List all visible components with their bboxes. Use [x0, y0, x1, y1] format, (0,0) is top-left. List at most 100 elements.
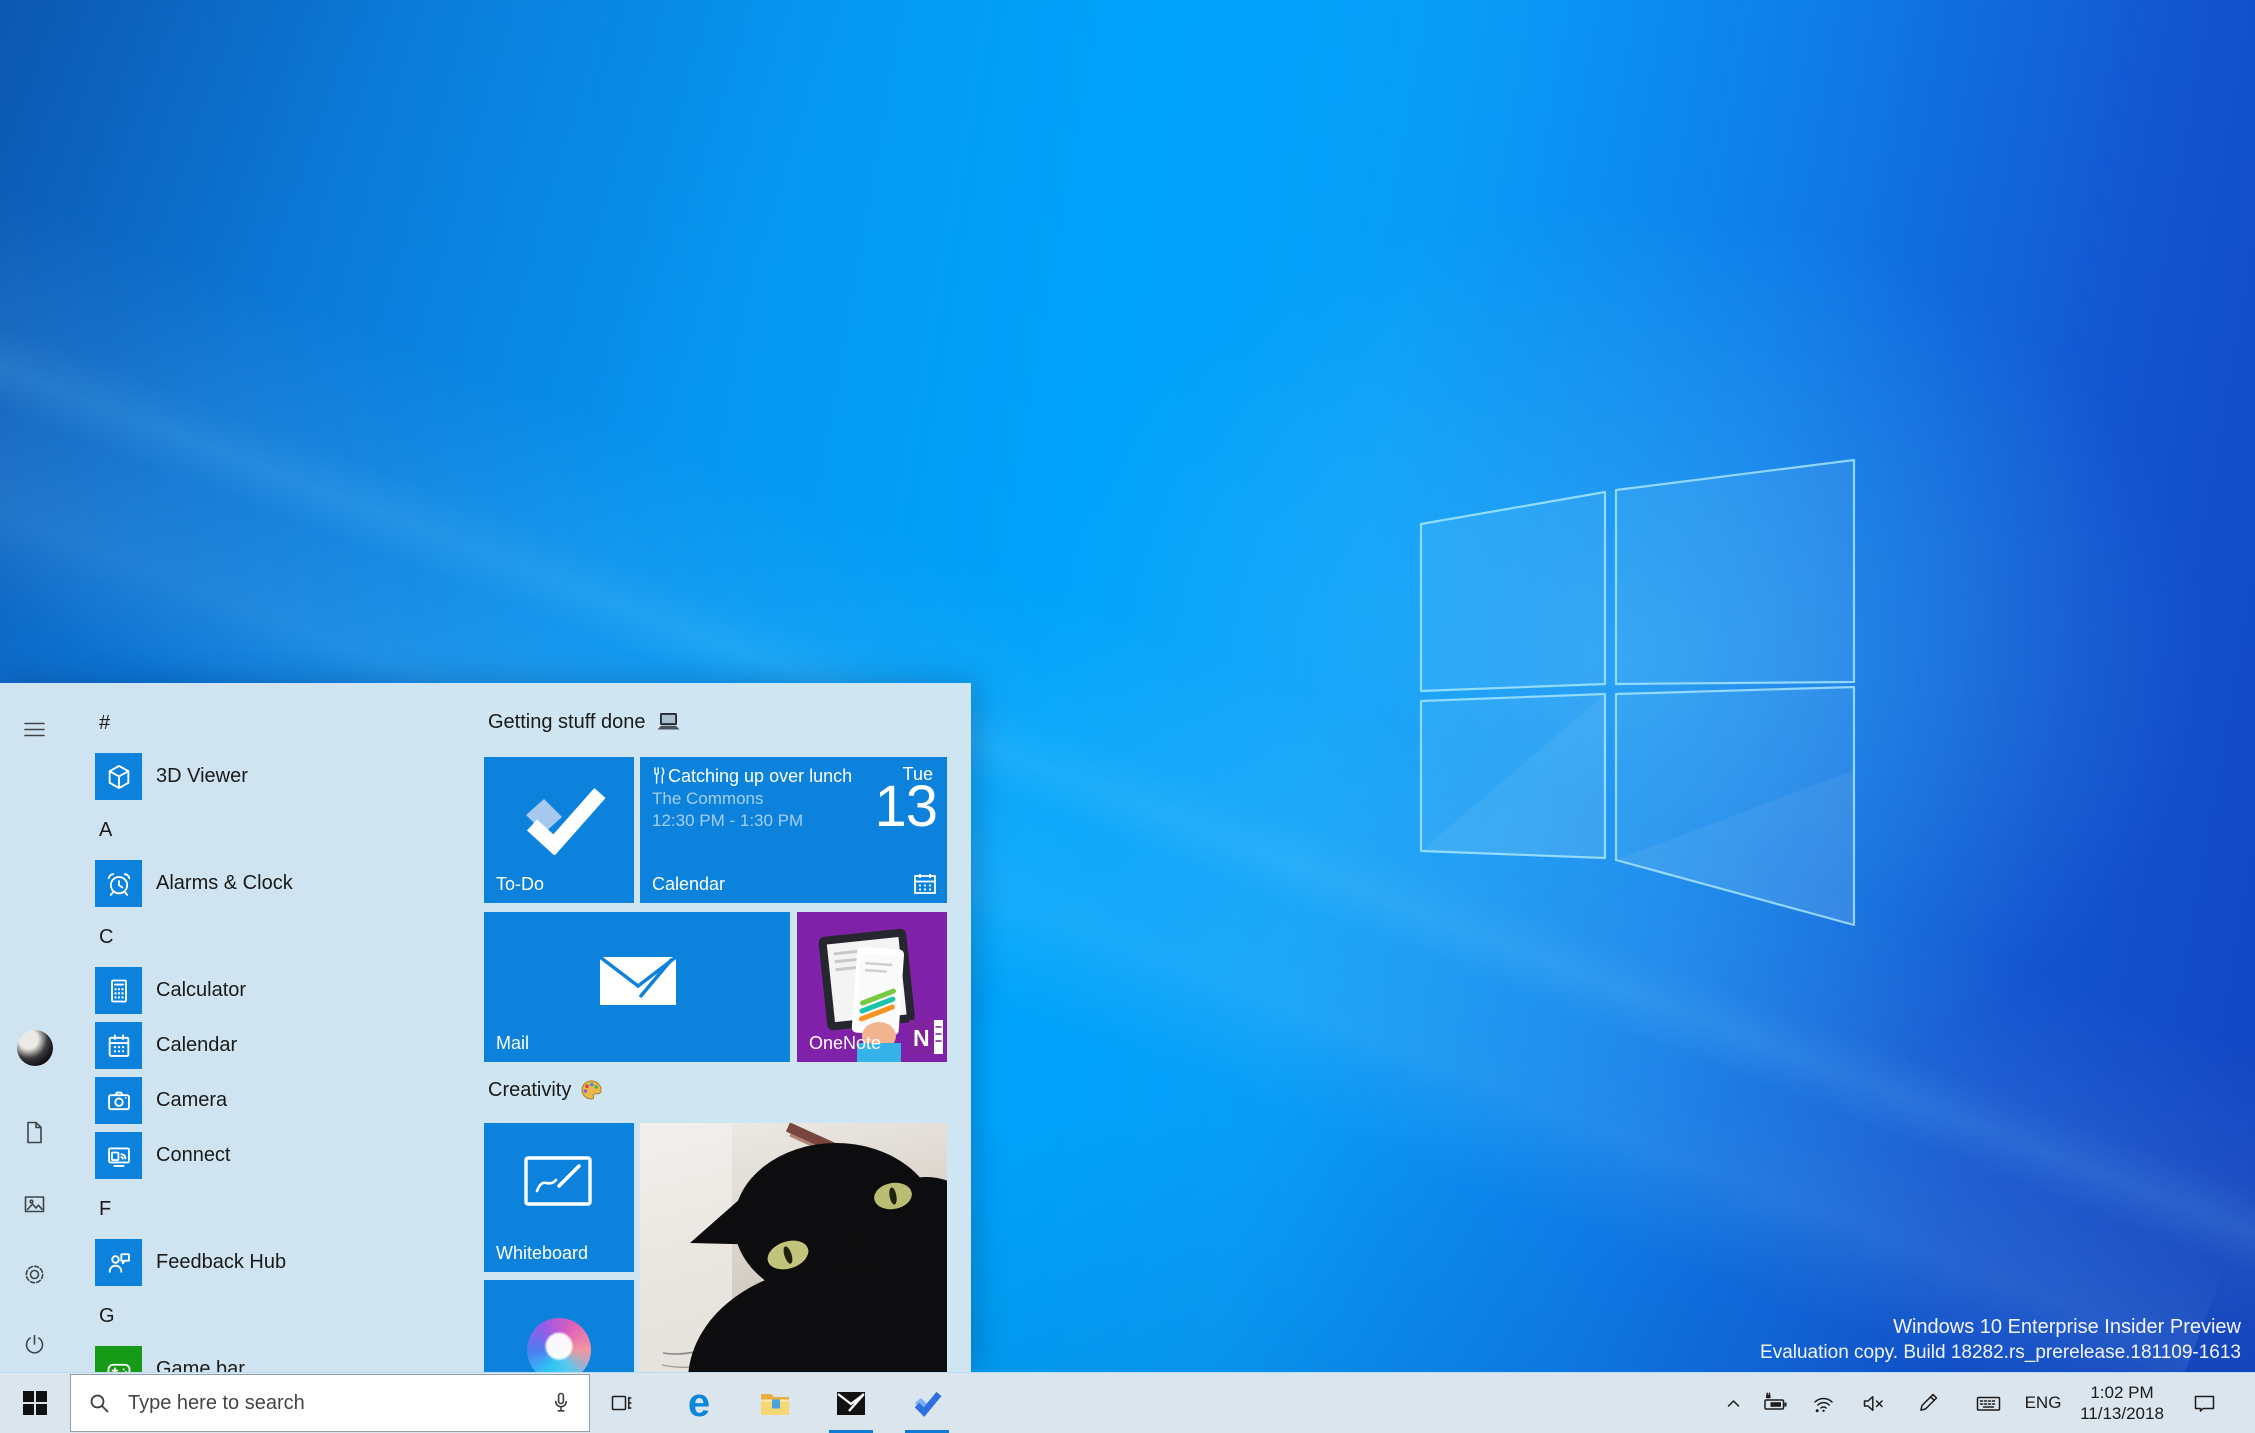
tile-onenote[interactable]: N OneNote [797, 912, 947, 1062]
language-button[interactable]: ENG [2019, 1373, 2067, 1433]
action-center-button[interactable] [2182, 1373, 2226, 1433]
app-icon [95, 967, 142, 1014]
volume-muted-icon [1863, 1395, 1883, 1411]
app-label: Calculator [156, 979, 247, 1001]
network-button[interactable] [1803, 1373, 1843, 1433]
hamburger-icon [24, 722, 45, 736]
windows-wallpaper-logo [1419, 458, 1856, 927]
svg-text:N: N [913, 1025, 930, 1051]
mic-icon[interactable] [548, 1390, 574, 1416]
app-list-item-calendar[interactable]: Calendar [95, 1018, 475, 1073]
task-view-icon [611, 1395, 632, 1410]
user-account-button[interactable] [0, 1024, 69, 1072]
action-center-icon [2194, 1395, 2214, 1412]
language-label: ENG [2024, 1393, 2062, 1412]
event-time: 12:30 PM - 1:30 PM [652, 811, 804, 830]
task-view-button[interactable] [592, 1373, 650, 1433]
app-list-item-feedback-hub[interactable]: Feedback Hub [95, 1235, 475, 1290]
app-icon [95, 1239, 142, 1286]
event-title: Catching up over lunch [652, 765, 862, 788]
section-letter-C[interactable]: C [95, 911, 475, 963]
tile-label: Mail [496, 1033, 530, 1053]
pictures-icon [24, 1195, 45, 1212]
app-list-item-alarms-clock[interactable]: Alarms & Clock [95, 856, 475, 911]
wifi-icon [1813, 1397, 1833, 1412]
chevron-up-icon [1727, 1399, 1739, 1407]
show-hidden-icons-button[interactable] [1713, 1373, 1753, 1433]
tray-date: 11/13/2018 [2080, 1404, 2164, 1423]
section-letter-G[interactable]: G [95, 1290, 475, 1342]
tile-mail[interactable]: Mail [484, 912, 790, 1062]
windows-ink-button[interactable] [1908, 1373, 1948, 1433]
search-input[interactable]: Type here to search [70, 1374, 590, 1432]
whiteboard-icon [524, 1156, 592, 1206]
tile-calendar[interactable]: Catching up over lunch The Commons 12:30… [640, 757, 947, 903]
event-day: 13 [874, 774, 938, 839]
app-icon [95, 1077, 142, 1124]
expand-menu-button[interactable] [0, 705, 69, 753]
mail-envelope-icon [598, 955, 678, 1005]
tile-label: To-Do [496, 874, 545, 894]
section-letter-hash[interactable]: # [95, 697, 475, 749]
app-list: # 3D Viewer A Alarms & Clock C Calculato… [95, 683, 475, 1372]
app-icon [95, 1346, 142, 1372]
app-icon [95, 1022, 142, 1069]
start-button[interactable] [0, 1373, 70, 1433]
search-placeholder: Type here to search [128, 1391, 305, 1414]
tile-label: Calendar [652, 874, 726, 894]
file-explorer-icon [761, 1393, 789, 1415]
power-icon [25, 1334, 44, 1354]
group-title: Getting stuff done [488, 711, 646, 733]
app-label: Connect [156, 1144, 231, 1166]
tile-label: Whiteboard [496, 1243, 589, 1263]
todo-check-icon [526, 788, 606, 855]
settings-button[interactable] [0, 1250, 69, 1298]
tile-group-header-creativity[interactable]: Creativity [488, 1079, 603, 1102]
tile-group-header-getting-stuff-done[interactable]: Getting stuff done [488, 711, 682, 734]
app-label: Calendar [156, 1034, 238, 1056]
tile-whiteboard[interactable]: Whiteboard [484, 1123, 634, 1272]
todo-icon [914, 1391, 942, 1417]
tile-todo[interactable]: To-Do [484, 757, 634, 903]
app-list-item-game-bar[interactable]: Game bar [95, 1342, 475, 1372]
tile-cortana[interactable] [484, 1280, 634, 1372]
volume-button[interactable] [1853, 1373, 1893, 1433]
tile-label: OneNote [809, 1033, 882, 1053]
documents-button[interactable] [0, 1108, 69, 1156]
tile-photo[interactable] [640, 1123, 947, 1372]
touch-keyboard-button[interactable] [1964, 1373, 2012, 1433]
taskbar-app-mail[interactable] [820, 1373, 882, 1433]
document-icon [27, 1121, 42, 1143]
cortana-orb-icon [527, 1318, 591, 1372]
app-list-item-connect[interactable]: Connect [95, 1128, 475, 1183]
battery-charging-icon [1763, 1391, 1786, 1410]
mail-icon [837, 1391, 865, 1415]
pictures-button[interactable] [0, 1180, 69, 1228]
watermark: Windows 10 Enterprise Insider Preview Ev… [1760, 1314, 2241, 1365]
app-label: Game bar [156, 1358, 245, 1372]
calendar-event: Catching up over lunch The Commons 12:30… [652, 765, 862, 832]
start-rail [0, 683, 69, 1372]
section-letter-F[interactable]: F [95, 1183, 475, 1235]
touch-keyboard-icon [1976, 1396, 2000, 1411]
section-letter-A[interactable]: A [95, 804, 475, 856]
clock[interactable]: 1:02 PM 11/13/2018 [2070, 1373, 2174, 1433]
app-list-item-calculator[interactable]: Calculator [95, 963, 475, 1018]
app-icon [95, 860, 142, 907]
app-label: 3D Viewer [156, 765, 248, 787]
taskbar-app-file-explorer[interactable] [744, 1373, 806, 1433]
edge-icon: e [687, 1381, 711, 1425]
power-button[interactable] [0, 1320, 69, 1368]
app-list-item-3d-viewer[interactable]: 3D Viewer [95, 749, 475, 804]
search-icon [90, 1394, 109, 1412]
screen: Windows 10 Enterprise Insider Preview Ev… [0, 0, 2255, 1433]
battery-button[interactable] [1755, 1373, 1795, 1433]
app-label: Camera [156, 1089, 228, 1111]
group-title: Creativity [488, 1079, 572, 1101]
taskbar-app-todo[interactable] [896, 1373, 958, 1433]
calendar-mini-icon [914, 874, 936, 894]
app-list-item-camera[interactable]: Camera [95, 1073, 475, 1128]
taskbar-app-edge[interactable]: e [668, 1373, 730, 1433]
event-location: The Commons [652, 789, 764, 808]
tray-time: 1:02 PM [2090, 1383, 2154, 1402]
